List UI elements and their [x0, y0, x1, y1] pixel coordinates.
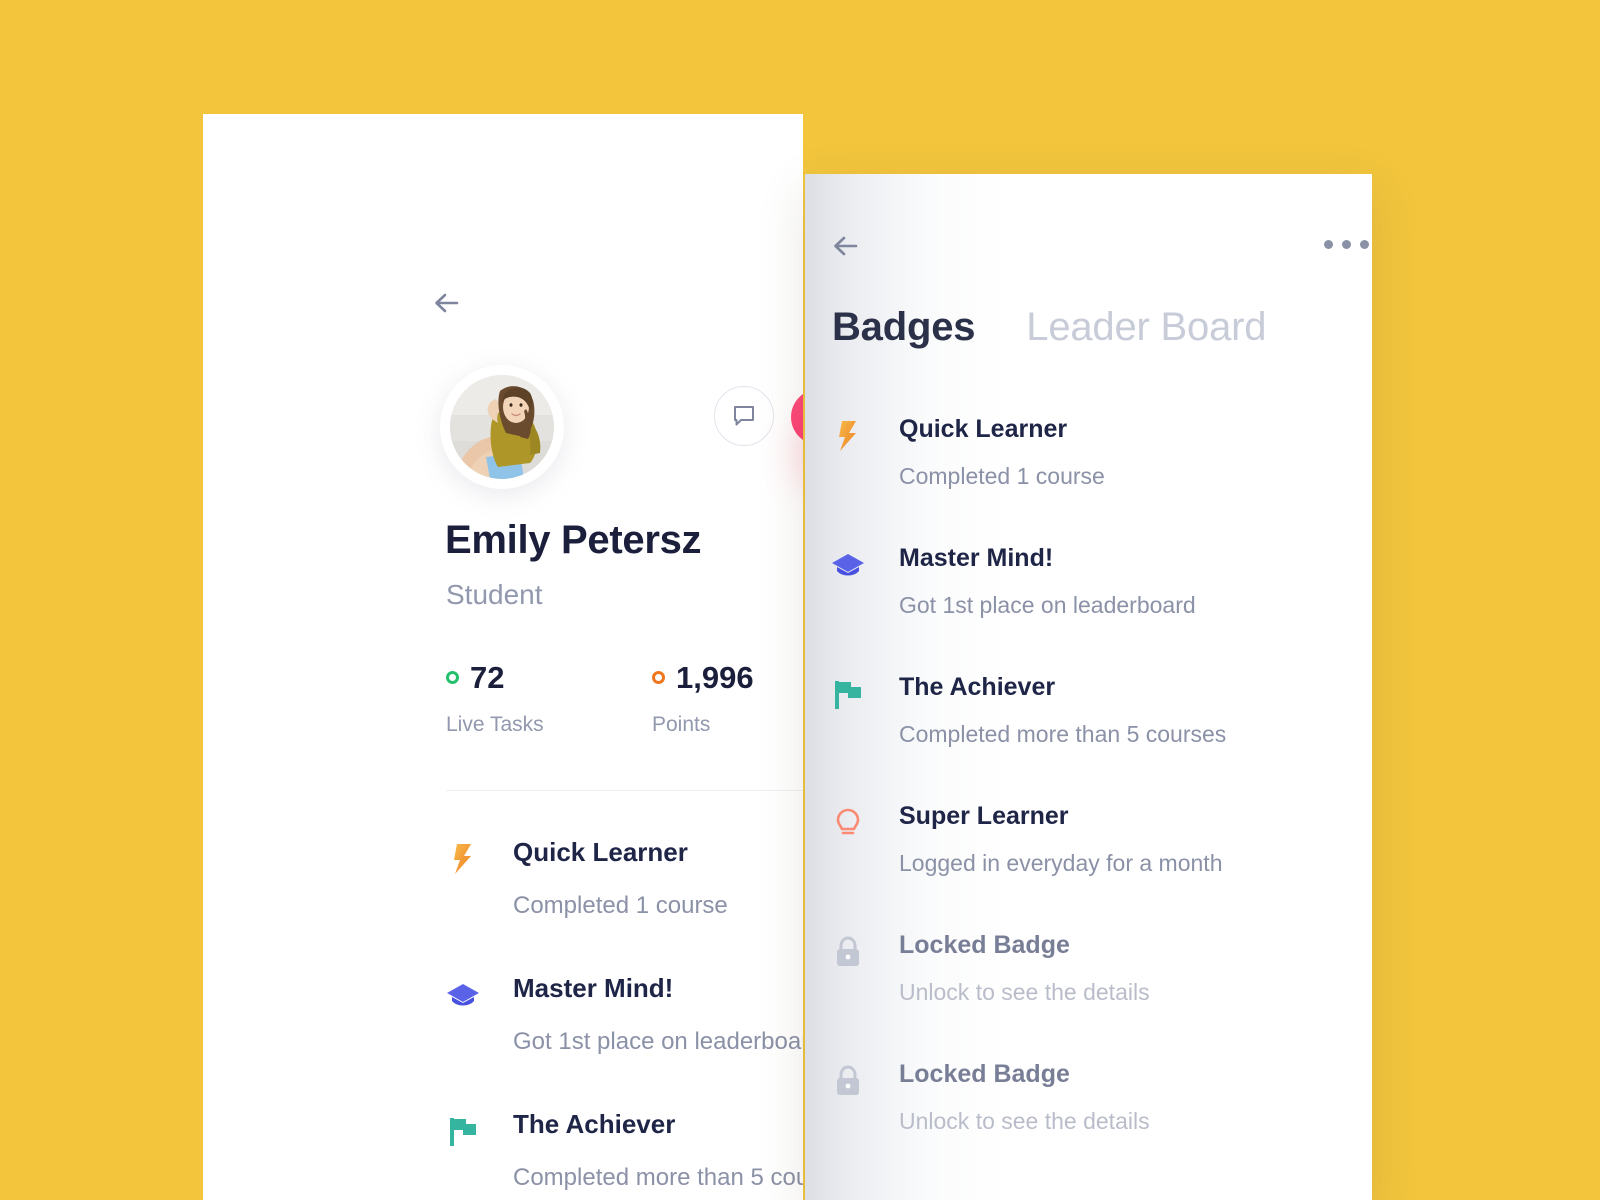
badge-description: Completed 1 course [899, 463, 1105, 489]
ring-indicator-icon [446, 671, 459, 684]
flag-icon [446, 1114, 480, 1148]
tab-leader-board[interactable]: Leader Board [1026, 305, 1266, 350]
lock-icon [831, 1064, 865, 1098]
arrow-left-icon[interactable] [429, 286, 463, 320]
badge-row[interactable]: Locked Badge Unlock to see the details [831, 1060, 1351, 1189]
profile-stats: 72 Live Tasks 1,996 Points 195 Rank [446, 662, 803, 757]
message-button[interactable] [714, 386, 774, 446]
section-divider [446, 790, 803, 791]
badge-title: Quick Learner [899, 415, 1068, 443]
lightning-bolt-icon [831, 419, 865, 453]
stat-live-tasks: 72 Live Tasks [446, 662, 544, 737]
badge-row[interactable]: Quick Learner Completed 1 course [831, 415, 1351, 544]
stat-label: Live Tasks [446, 713, 544, 736]
profile-badge-list: Quick Learner Completed 1 course Master … [446, 837, 803, 1200]
profile-card-topbar [203, 114, 803, 313]
badge-description: Got 1st place on leaderboard [899, 592, 1196, 618]
badges-card-topbar [805, 174, 1372, 294]
badge-row[interactable]: Locked Badge Unlock to see the details [831, 931, 1351, 1060]
lightbulb-icon [831, 806, 865, 840]
graduation-cap-icon [446, 978, 480, 1012]
ring-indicator-icon [652, 671, 665, 684]
stat-value: 72 [470, 660, 505, 695]
add-friend-button[interactable]: Add Friend [791, 389, 803, 445]
flag-icon [831, 677, 865, 711]
badge-description: Completed more than 5 courses [899, 721, 1227, 747]
badge-row[interactable]: Master Mind! Got 1st place on leaderboar… [446, 973, 803, 1109]
tab-badges[interactable]: Badges [832, 305, 975, 350]
badge-title: The Achiever [513, 1109, 676, 1139]
badge-row[interactable]: Super Learner Logged in everyday for a m… [831, 802, 1351, 931]
badge-title: Quick Learner [513, 837, 688, 867]
badge-description: Completed more than 5 courses [513, 1164, 803, 1191]
lightning-bolt-icon [446, 842, 480, 876]
badge-row[interactable]: Quick Learner Completed 1 course [446, 837, 803, 973]
lock-icon [831, 935, 865, 969]
badge-title: Super Learner [899, 802, 1069, 830]
badge-description: Got 1st place on leaderboard [513, 1028, 803, 1055]
badge-title: Locked Badge [899, 1060, 1070, 1088]
profile-card: Add Friend Emily Petersz Student 72 Live… [203, 114, 803, 1200]
badge-description: Unlock to see the details [899, 979, 1150, 1005]
badge-title: Master Mind! [899, 544, 1054, 572]
badge-row[interactable]: The Achiever Completed more than 5 cours… [831, 673, 1351, 802]
badge-description: Completed 1 course [513, 892, 728, 919]
kebab-menu-icon[interactable] [1324, 240, 1369, 249]
badge-row[interactable]: The Achiever Completed more than 5 cours… [446, 1109, 803, 1200]
badge-title: The Achiever [899, 673, 1056, 701]
badge-row[interactable]: Master Mind! Got 1st place on leaderboar… [831, 544, 1351, 673]
app-background: Add Friend Emily Petersz Student 72 Live… [0, 0, 1600, 1200]
stat-points: 1,996 Points [652, 662, 754, 737]
badge-list: Quick Learner Completed 1 course Master … [831, 415, 1351, 1189]
stat-value: 1,996 [676, 660, 754, 695]
badge-description: Logged in everyday for a month [899, 850, 1223, 876]
badge-title: Locked Badge [899, 931, 1070, 959]
badges-card-tabs: Badges Leader Board [832, 305, 1267, 350]
user-avatar-photo [450, 375, 554, 479]
chat-bubble-icon [734, 406, 754, 426]
page-title: Emily Petersz [445, 518, 702, 562]
arrow-left-icon[interactable] [828, 229, 862, 263]
stat-label: Points [652, 713, 711, 736]
user-role: Student [446, 579, 543, 610]
badges-card: Badges Leader Board Quick Learner Comple… [805, 174, 1372, 1200]
graduation-cap-icon [831, 548, 865, 582]
badge-description: Unlock to see the details [899, 1108, 1150, 1134]
avatar [440, 365, 564, 489]
badge-title: Master Mind! [513, 973, 674, 1003]
